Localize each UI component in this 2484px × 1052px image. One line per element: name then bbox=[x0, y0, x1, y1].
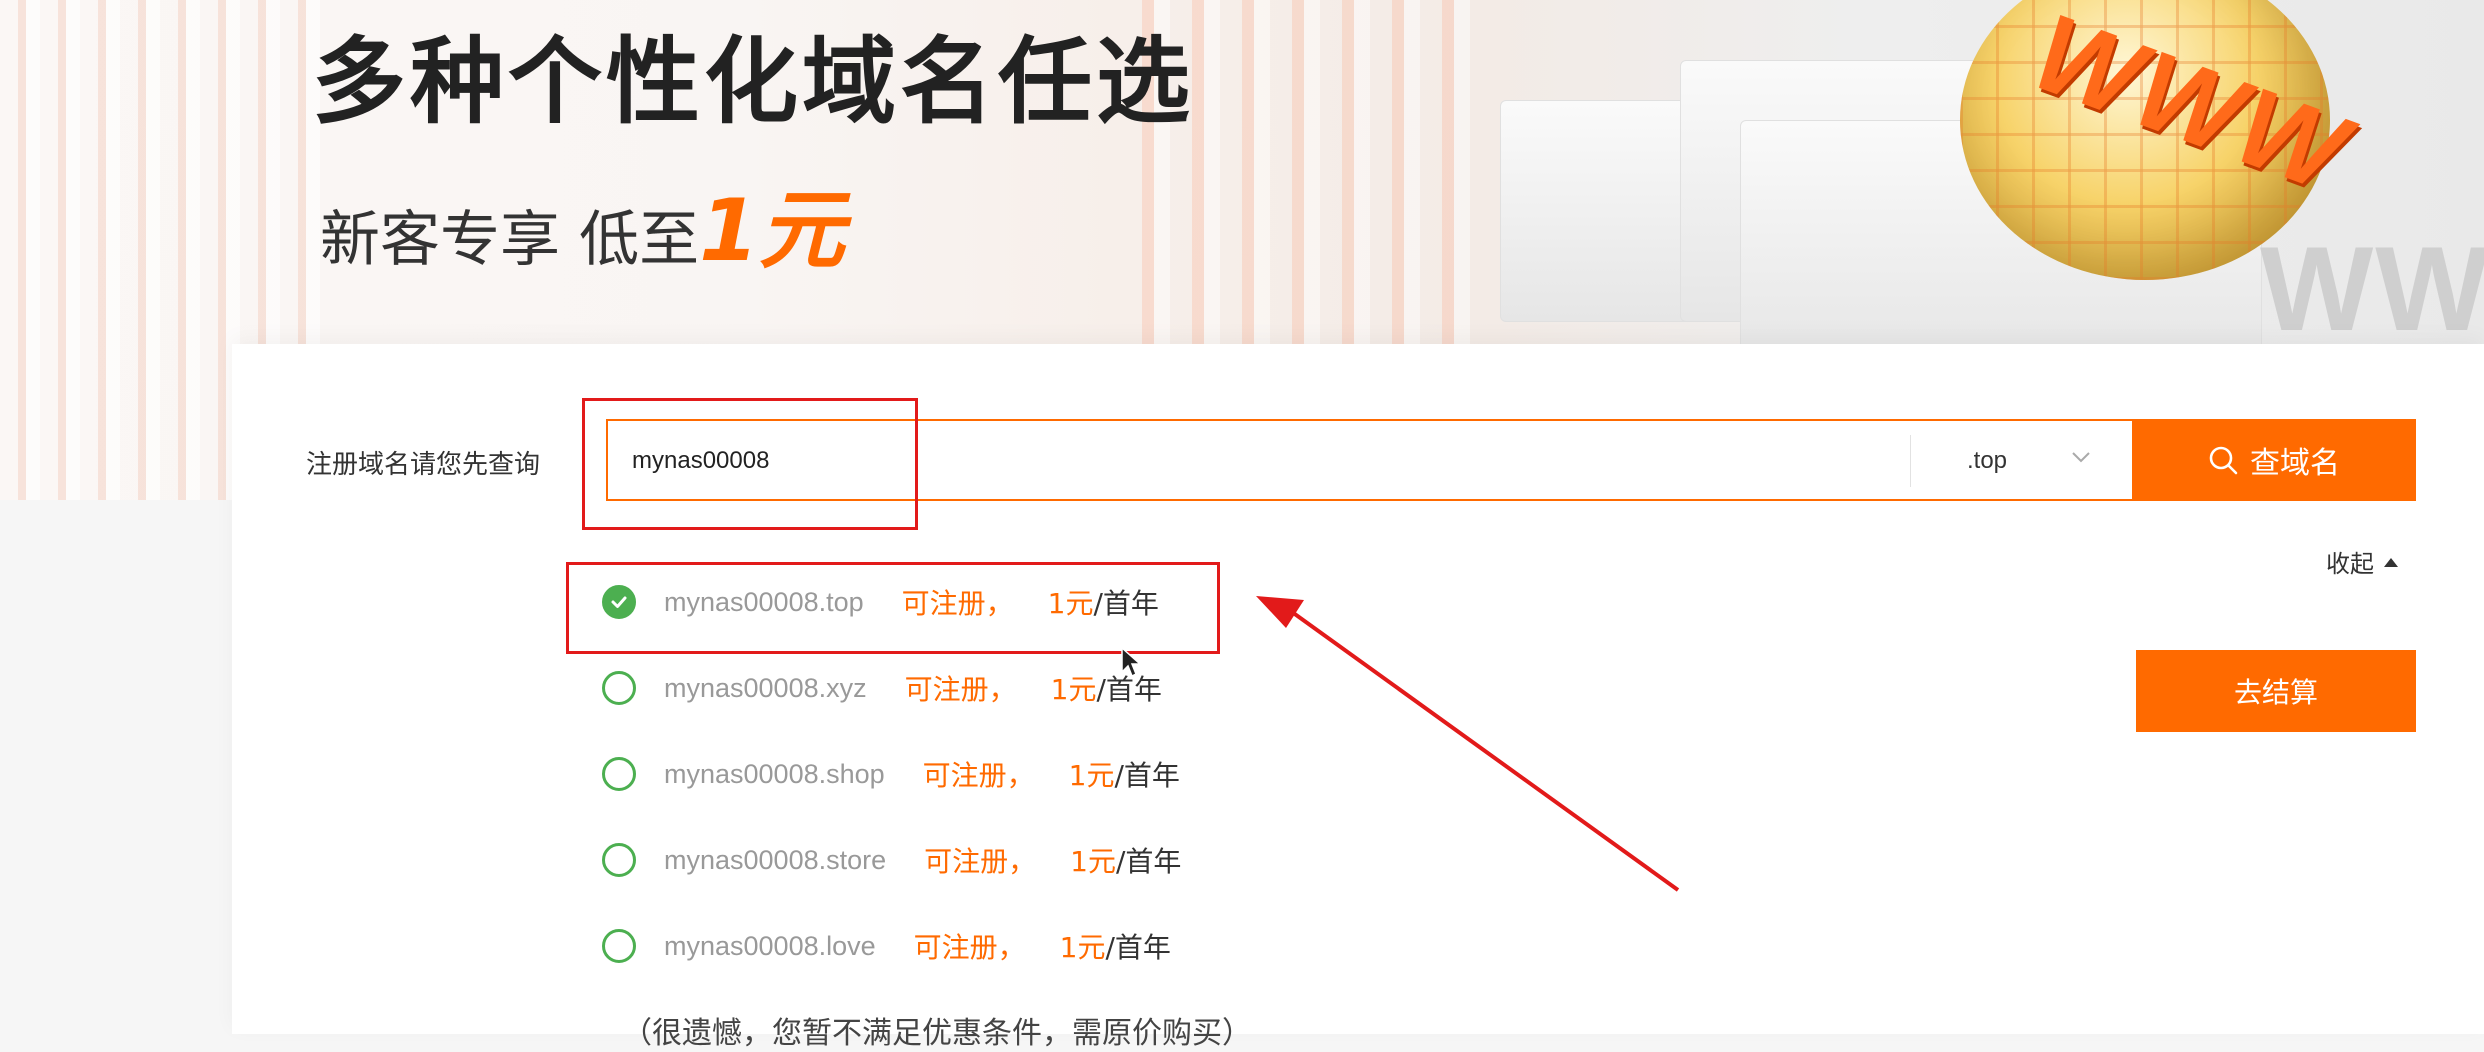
radio-icon[interactable] bbox=[602, 671, 636, 705]
domain-price: 1元 bbox=[1059, 931, 1106, 964]
domain-name: mynas00008.top bbox=[664, 586, 864, 617]
checkout-button[interactable]: 去结算 bbox=[2136, 650, 2416, 732]
price-unit: /首年 bbox=[1114, 759, 1180, 792]
domain-result-row[interactable]: mynas00008.love 可注册， 1元/首年 bbox=[602, 916, 1302, 976]
domain-name: mynas00008.shop bbox=[664, 758, 885, 789]
radio-icon[interactable] bbox=[602, 757, 636, 791]
search-icon bbox=[2209, 446, 2238, 475]
domain-search-panel: 注册域名请您先查询 .top 查域名 收起 去结算 mynas00008.top… bbox=[232, 344, 2484, 1051]
availability-status: 可注册， bbox=[904, 673, 1017, 706]
domain-price: 1元 bbox=[1050, 673, 1097, 706]
price-unit: /首年 bbox=[1093, 587, 1159, 620]
domain-result-row[interactable]: mynas00008.top 可注册， 1元/首年 bbox=[602, 572, 1302, 632]
banner-price: 1元 bbox=[699, 181, 845, 281]
availability-status: 可注册， bbox=[913, 931, 1026, 964]
domain-price: 1元 bbox=[1068, 759, 1115, 792]
search-domain-button[interactable]: 查域名 bbox=[2132, 419, 2416, 501]
collapse-label: 收起 bbox=[2326, 550, 2374, 578]
search-label: 注册域名请您先查询 bbox=[306, 450, 541, 480]
domain-result-row[interactable]: mynas00008.store 可注册， 1元/首年 bbox=[602, 830, 1302, 890]
domain-result-row[interactable]: mynas00008.xyz 可注册， 1元/首年 bbox=[602, 658, 1302, 718]
globe-www-shadow-text: WW bbox=[2260, 222, 2484, 356]
availability-status: 可注册， bbox=[924, 845, 1037, 878]
domain-name: mynas00008.store bbox=[664, 844, 887, 875]
domain-result-row[interactable]: mynas00008.shop 可注册， 1元/首年 bbox=[602, 744, 1302, 804]
chevron-down-icon bbox=[2072, 452, 2090, 463]
radio-icon[interactable] bbox=[602, 929, 636, 963]
banner-subtitle: 新客专享 低至1元 bbox=[320, 160, 845, 285]
discount-notice: （很遗憾，您暂不满足优惠条件，需原价购买） bbox=[622, 1016, 1252, 1051]
banner-subtitle-text: 新客专享 低至 bbox=[320, 205, 700, 275]
checked-radio-icon[interactable] bbox=[602, 585, 636, 619]
caret-up-icon bbox=[2384, 557, 2398, 567]
price-unit: /首年 bbox=[1115, 845, 1182, 878]
search-box: .top bbox=[606, 419, 2214, 501]
collapse-link[interactable]: 收起 bbox=[2326, 544, 2400, 579]
search-button-label: 查域名 bbox=[2250, 446, 2340, 481]
price-unit: /首年 bbox=[1105, 931, 1171, 964]
domain-name: mynas00008.xyz bbox=[664, 672, 867, 703]
banner-title: 多种个性化域名任选 bbox=[312, 28, 1195, 137]
mouse-cursor-icon bbox=[1121, 646, 1142, 678]
domain-name: mynas00008.love bbox=[664, 930, 876, 961]
suffix-value: .top bbox=[1967, 447, 2008, 474]
checkmark-icon bbox=[611, 596, 627, 608]
domain-price: 1元 bbox=[1047, 587, 1094, 620]
suffix-dropdown[interactable]: .top bbox=[1910, 435, 2127, 487]
domain-price: 1元 bbox=[1070, 845, 1116, 878]
availability-status: 可注册， bbox=[901, 587, 1014, 620]
radio-icon[interactable] bbox=[602, 843, 636, 877]
availability-status: 可注册， bbox=[922, 759, 1035, 792]
